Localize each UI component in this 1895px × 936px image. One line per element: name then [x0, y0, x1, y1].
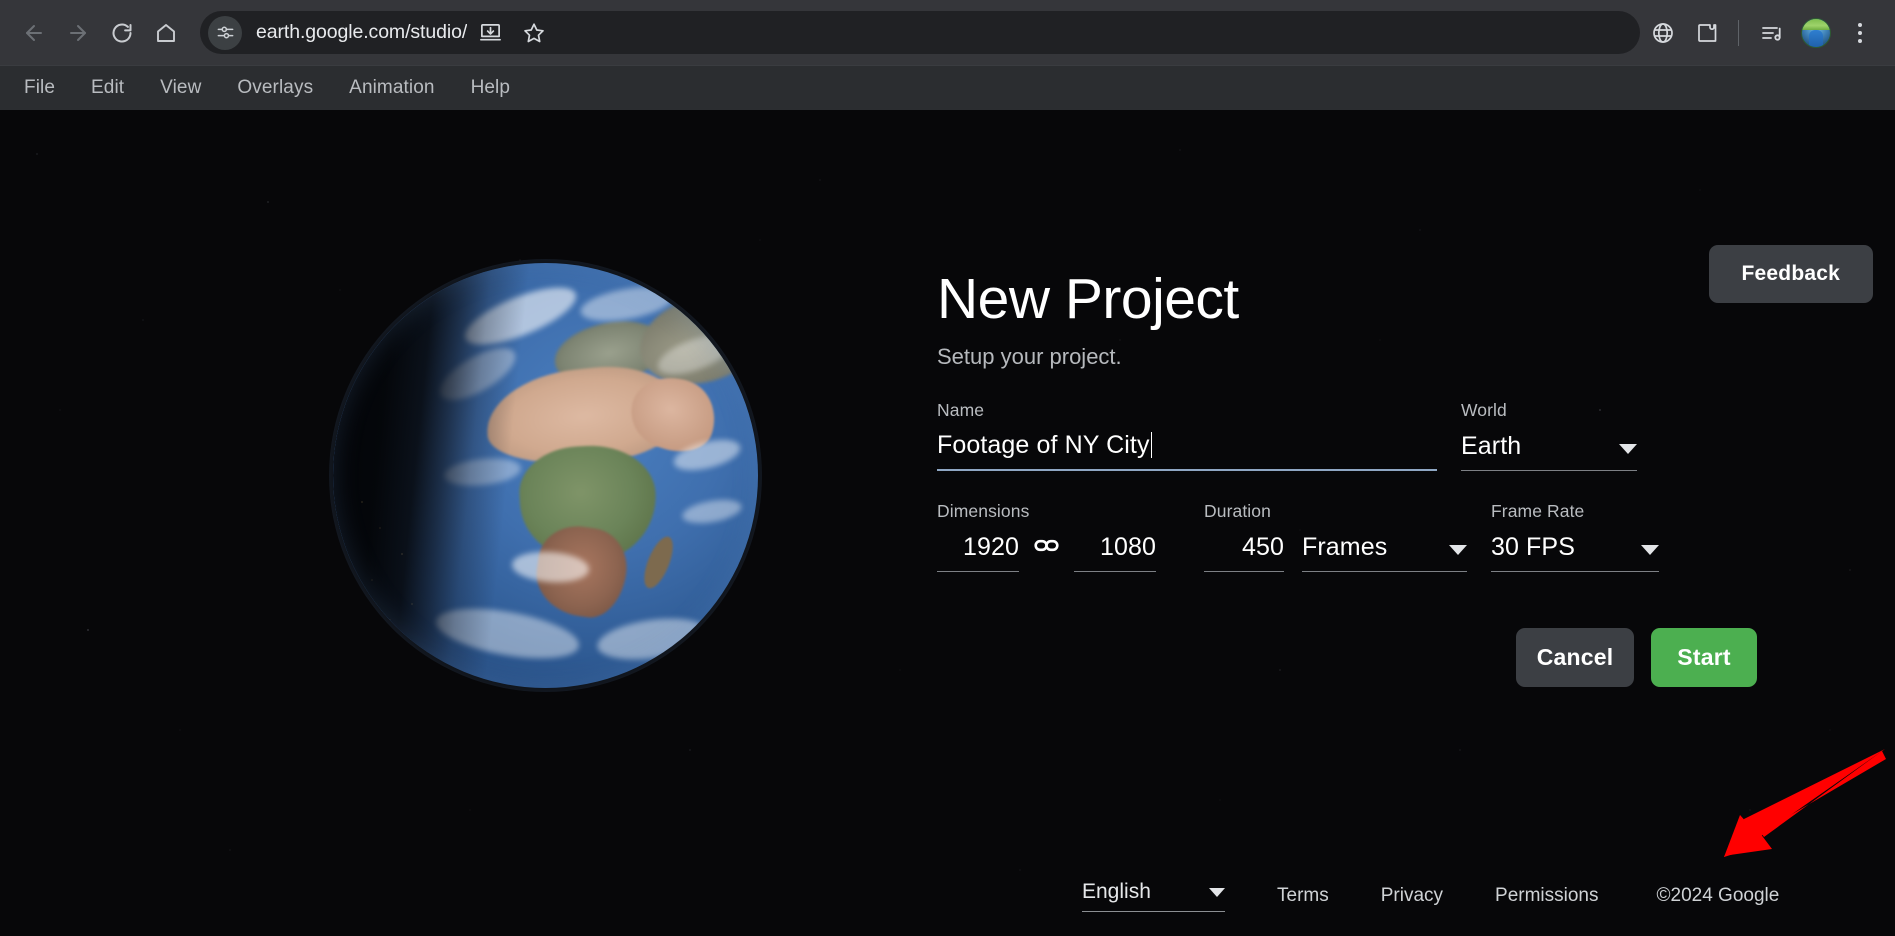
name-input[interactable]: Footage of NY City — [937, 427, 1437, 471]
earth-studio-stage: Feedback New Project Setup your project.… — [0, 110, 1895, 936]
browser-window: earth.google.com/studio/ File Edit View … — [0, 0, 1895, 936]
dimensions-width-group: Dimensions 1920 — [937, 500, 1030, 572]
world-select[interactable]: Earth — [1461, 427, 1637, 471]
install-app-button[interactable] — [469, 12, 511, 54]
site-settings-button[interactable] — [208, 15, 242, 50]
name-field-group: Name Footage of NY City — [937, 400, 1437, 471]
forward-arrow-icon — [70, 24, 86, 41]
back-arrow-icon — [26, 24, 42, 41]
dimensions-label: Dimensions — [937, 500, 1030, 521]
url-text[interactable]: earth.google.com/studio/ — [256, 21, 467, 44]
menu-item-edit[interactable]: Edit — [73, 66, 142, 111]
duration-value-group: Duration 450 — [1204, 501, 1284, 572]
globe-sphere — [333, 263, 758, 688]
browser-toolbar: earth.google.com/studio/ — [0, 0, 1895, 65]
translate-button[interactable] — [1642, 12, 1684, 54]
world-select-value: Earth — [1461, 431, 1522, 460]
frame-rate-value: 30 FPS — [1491, 532, 1575, 561]
reload-button[interactable] — [102, 13, 142, 53]
duration-unit-value: Frames — [1302, 532, 1388, 561]
start-button[interactable]: Start — [1651, 627, 1757, 687]
profile-button[interactable] — [1795, 12, 1837, 54]
world-label: World — [1461, 399, 1507, 420]
dimensions-width-value: 1920 — [962, 532, 1019, 561]
dimensions-width-input[interactable]: 1920 — [937, 528, 1019, 572]
duration-label: Duration — [1204, 500, 1271, 521]
chevron-down-icon — [1619, 443, 1637, 454]
chrome-menu-button[interactable] — [1839, 12, 1881, 54]
extensions-puzzle-icon — [1698, 23, 1717, 42]
language-select[interactable]: English — [1082, 880, 1225, 912]
profile-avatar — [1801, 17, 1831, 48]
home-icon — [157, 23, 175, 42]
day-night-terminator — [333, 263, 758, 688]
duration-unit-select[interactable]: Frames — [1302, 528, 1467, 572]
bookmark-star-icon — [524, 22, 545, 42]
text-caret — [1150, 431, 1153, 458]
footer-link-terms[interactable]: Terms — [1277, 885, 1329, 907]
browser-actions — [1640, 12, 1881, 54]
language-value: English — [1082, 880, 1151, 903]
duration-value: 450 — [1241, 532, 1284, 561]
dialog-subtitle: Setup your project. — [937, 343, 1122, 369]
form-row-settings: Dimensions 1920 1080 Duration 450 Frames… — [937, 501, 1757, 572]
chevron-down-icon — [1641, 544, 1659, 555]
dimensions-height-group: 1080 — [1074, 504, 1156, 572]
menu-item-file[interactable]: File — [6, 66, 73, 111]
duration-input[interactable]: 450 — [1204, 528, 1284, 572]
bookmark-button[interactable] — [513, 12, 555, 54]
frame-rate-group: Frame Rate 30 FPS — [1491, 501, 1659, 572]
site-settings-icon — [217, 26, 233, 39]
new-project-dialog: New Project Setup your project. Name Foo… — [937, 267, 1757, 687]
forward-button[interactable] — [58, 13, 98, 53]
name-input-value: Footage of NY City — [937, 430, 1150, 459]
app-menu-bar: File Edit View Overlays Animation Help — [0, 65, 1895, 110]
world-field-group: World Earth — [1461, 400, 1637, 471]
frame-rate-select[interactable]: 30 FPS — [1491, 528, 1659, 572]
reload-icon — [112, 23, 132, 42]
media-playlist-button[interactable] — [1751, 12, 1793, 54]
cancel-button[interactable]: Cancel — [1516, 627, 1634, 687]
menu-item-animation[interactable]: Animation — [331, 66, 452, 111]
menu-item-overlays[interactable]: Overlays — [219, 66, 331, 111]
extensions-button[interactable] — [1686, 12, 1728, 54]
footer-link-permissions[interactable]: Permissions — [1495, 885, 1598, 907]
media-playlist-icon — [1762, 26, 1781, 41]
dialog-title: New Project — [937, 267, 1239, 331]
form-row-name: Name Footage of NY City World Earth — [937, 400, 1757, 471]
page-footer: English Terms Privacy Permissions ©2024 … — [0, 880, 1895, 912]
install-app-icon — [479, 23, 501, 41]
back-button[interactable] — [14, 13, 54, 53]
dimensions-height-input[interactable]: 1080 — [1074, 528, 1156, 572]
name-label: Name — [937, 399, 985, 420]
menu-item-help[interactable]: Help — [453, 66, 528, 111]
menu-item-view[interactable]: View — [142, 66, 219, 111]
earth-globe[interactable] — [333, 263, 758, 688]
link-chain-icon — [1034, 539, 1059, 551]
chevron-down-icon — [1209, 887, 1225, 897]
home-button[interactable] — [146, 13, 186, 53]
toolbar-divider — [1738, 19, 1739, 46]
city-lights — [350, 484, 444, 620]
footer-link-privacy[interactable]: Privacy — [1381, 885, 1443, 907]
dialog-actions: Cancel Start — [937, 627, 1757, 687]
chevron-down-icon — [1449, 544, 1467, 555]
translate-globe-icon — [1653, 22, 1673, 43]
frame-rate-label: Frame Rate — [1491, 500, 1585, 521]
dimensions-link-button[interactable] — [1033, 532, 1060, 564]
dimensions-height-value: 1080 — [1099, 532, 1156, 561]
chrome-menu-kebab-icon — [1858, 22, 1862, 43]
duration-unit-group: Frames — [1302, 504, 1467, 572]
address-bar[interactable]: earth.google.com/studio/ — [200, 11, 1640, 54]
footer-copyright: ©2024 Google — [1656, 885, 1780, 906]
